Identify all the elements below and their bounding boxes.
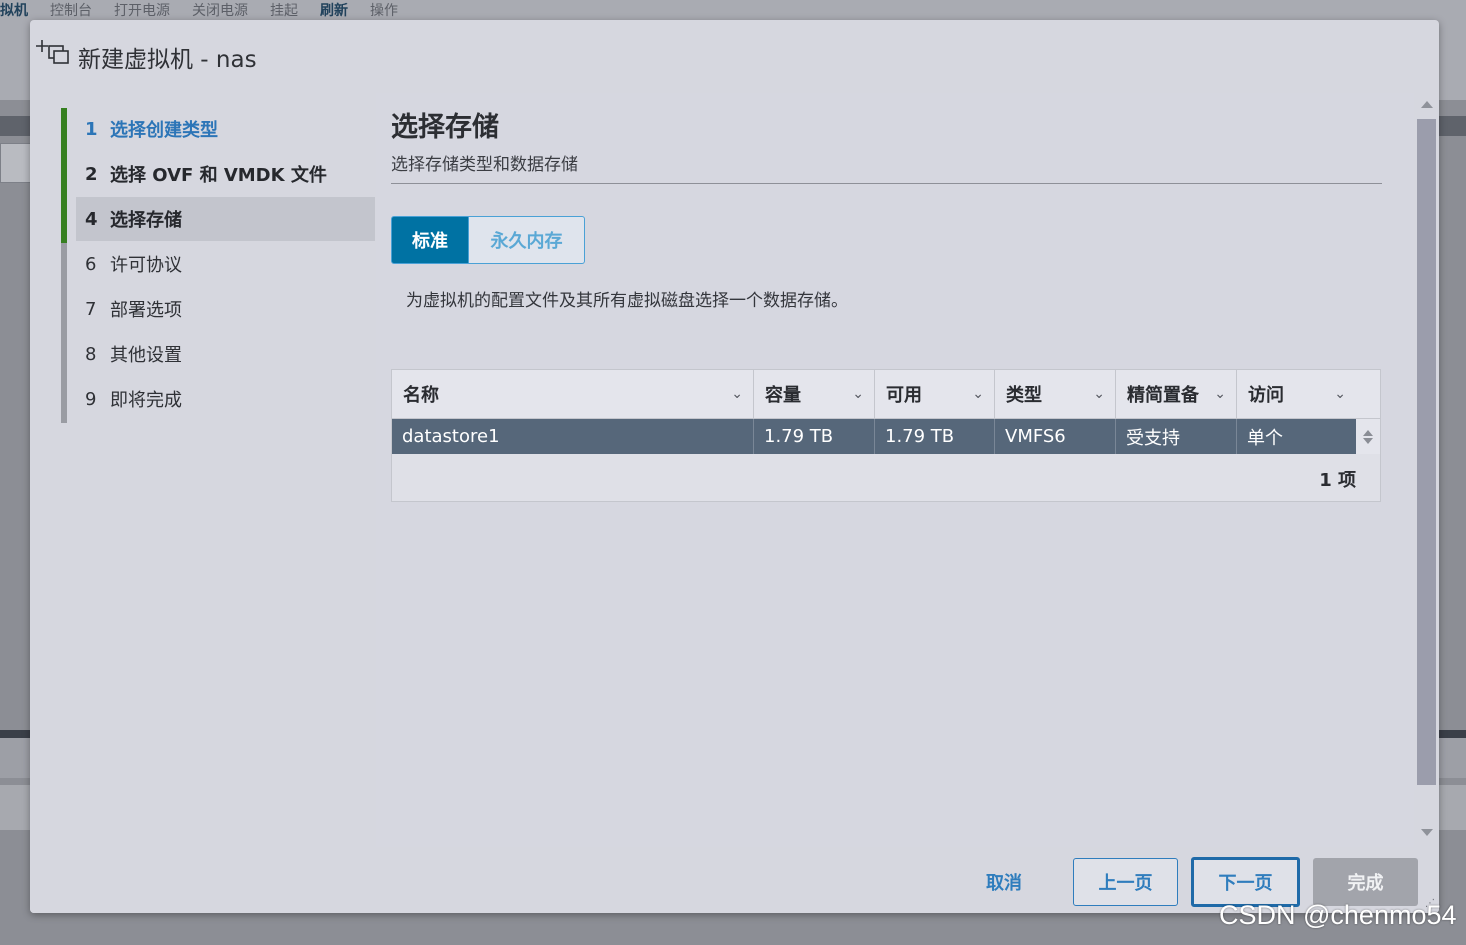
step-label: 选择 OVF 和 VMDK 文件 [110,165,327,186]
page-title: 选择存储 [391,112,499,143]
step-license-agreement: 6 许可协议 [76,242,375,286]
scroll-thumb[interactable] [1417,119,1436,785]
step-number: 4 [85,208,98,230]
background-toolbar: 拟机 控制台 打开电源 关闭电源 挂起 刷新 操作 [0,0,1466,20]
chevron-down-icon[interactable]: ⌄ [852,386,864,402]
wizard-steps: 1 选择创建类型 2 选择 OVF 和 VMDK 文件 4 选择存储 6 许可协… [30,93,376,847]
cell-thin-provisioning: 受支持 [1116,419,1237,454]
background-panel [0,143,32,183]
datastore-grid: 名称 ⌄ 容量 ⌄ 可用 ⌄ 类型 ⌄ 精简置备 ⌄ 访问 ⌄ datastor… [391,369,1381,502]
previous-button[interactable]: 上一页 [1073,858,1178,906]
chevron-down-icon[interactable]: ⌄ [731,386,743,402]
cell-name: datastore1 [392,419,754,454]
step-other-settings: 8 其他设置 [76,332,375,376]
column-label: 可用 [886,385,922,406]
column-header-capacity[interactable]: 容量 ⌄ [754,370,875,418]
wizard-content: 选择存储 选择存储类型和数据存储 标准 永久内存 为虚拟机的配置文件及其所有虚拟… [376,93,1414,847]
step-label: 许可协议 [110,255,182,276]
step-number: 6 [85,253,97,275]
column-header-access[interactable]: 访问 ⌄ [1237,370,1380,418]
bg-toolbar-item: 刷新 [320,3,348,19]
column-label: 名称 [403,385,439,406]
bg-toolbar-item: 拟机 [0,3,28,19]
column-header-type[interactable]: 类型 ⌄ [995,370,1116,418]
scroll-up-icon[interactable] [1421,101,1433,108]
grid-scrollbar[interactable] [1356,419,1380,454]
bg-toolbar-item: 操作 [370,3,398,19]
tab-persistent-memory[interactable]: 永久内存 [469,216,585,264]
column-header-free[interactable]: 可用 ⌄ [875,370,995,418]
column-label: 类型 [1006,385,1042,406]
column-label: 精简置备 [1127,385,1199,406]
step-select-creation-type[interactable]: 1 选择创建类型 [76,107,375,151]
chevron-down-icon[interactable]: ⌄ [1093,386,1105,402]
chevron-down-icon[interactable]: ⌄ [972,386,984,402]
column-label: 容量 [765,385,801,406]
chevron-down-icon[interactable]: ⌄ [1214,386,1226,402]
bg-toolbar-item: 打开电源 [114,3,170,19]
bg-toolbar-item: 挂起 [270,3,298,19]
table-row[interactable]: datastore1 1.79 TB 1.79 TB VMFS6 受支持 单个 [392,419,1356,454]
step-label: 即将完成 [110,390,182,411]
page-subtitle: 选择存储类型和数据存储 [391,155,578,175]
step-deployment-options: 7 部署选项 [76,287,375,331]
grid-header: 名称 ⌄ 容量 ⌄ 可用 ⌄ 类型 ⌄ 精简置备 ⌄ 访问 ⌄ [392,370,1380,419]
column-label: 访问 [1248,385,1284,406]
steps-rail-completed [61,108,67,243]
step-label: 选择存储 [110,210,182,231]
scroll-down-icon[interactable] [1421,829,1433,836]
step-select-storage[interactable]: 4 选择存储 [76,197,375,241]
divider [391,183,1382,184]
finish-button[interactable]: 完成 [1313,858,1418,906]
cancel-button[interactable]: 取消 [960,857,1048,907]
bg-toolbar-item: 关闭电源 [192,3,248,19]
dialog-header: 新建虚拟机 - nas [30,20,1439,93]
watermark: CSDN @chenmo54 [1219,900,1457,930]
step-ready-to-complete: 9 即将完成 [76,377,375,421]
cell-type: VMFS6 [995,419,1116,454]
scroll-up-icon[interactable] [1363,429,1373,436]
bg-toolbar-item: 控制台 [50,3,92,19]
step-number: 8 [85,343,97,365]
cell-free: 1.79 TB [875,419,995,454]
new-vm-wizard-dialog: 新建虚拟机 - nas 1 选择创建类型 2 选择 OVF 和 VMDK 文件 … [30,20,1439,913]
step-label: 其他设置 [110,345,182,366]
column-header-name[interactable]: 名称 ⌄ [392,370,754,418]
chevron-down-icon[interactable]: ⌄ [1334,386,1346,402]
storage-type-toggle: 标准 永久内存 [391,216,585,264]
cell-access: 单个 [1247,427,1283,449]
cell-capacity: 1.79 TB [754,419,875,454]
storage-description: 为虚拟机的配置文件及其所有虚拟磁盘选择一个数据存储。 [406,291,848,311]
scroll-down-icon[interactable] [1363,437,1373,444]
step-number: 1 [85,118,98,140]
step-label: 部署选项 [110,300,182,321]
step-label: 选择创建类型 [110,120,218,141]
step-number: 9 [85,388,97,410]
step-select-ovf-vmdk[interactable]: 2 选择 OVF 和 VMDK 文件 [76,152,375,196]
dialog-title: 新建虚拟机 - nas [78,47,257,73]
new-vm-icon [36,40,69,64]
step-number: 2 [85,163,98,185]
step-number: 7 [85,298,97,320]
tab-standard[interactable]: 标准 [391,216,469,264]
grid-item-count: 1 项 [1319,470,1356,491]
content-scrollbar[interactable] [1414,93,1439,847]
column-header-thin-provisioning[interactable]: 精简置备 ⌄ [1116,370,1237,418]
